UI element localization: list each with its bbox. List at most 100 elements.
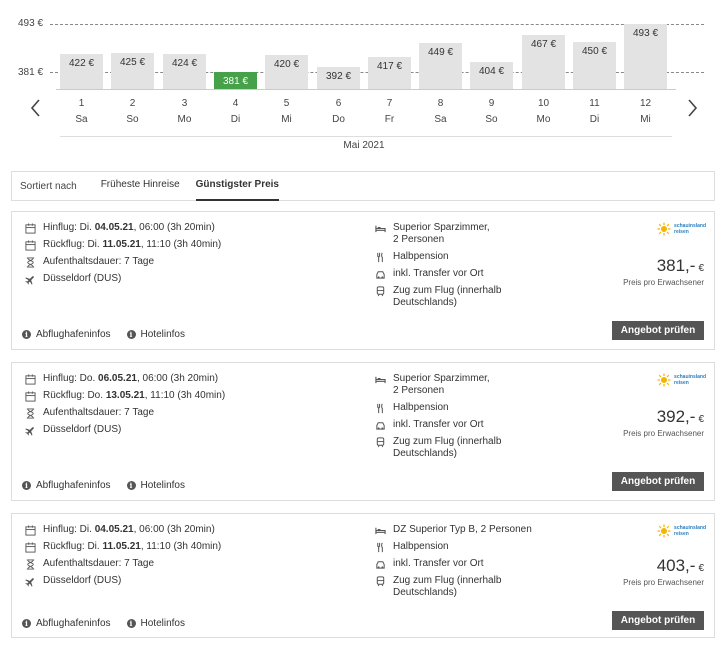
price-note: Preis pro Erwachsener xyxy=(623,429,704,438)
operator-logo-text: schauinsland reisen xyxy=(674,223,706,235)
max-price-label: 493 € xyxy=(18,18,44,29)
price-amount: 392,- xyxy=(656,407,696,426)
day-label[interactable]: 4 Di xyxy=(214,96,257,128)
hourglass-icon xyxy=(24,256,36,268)
airport-info-label: Abflughafeninfos xyxy=(36,329,111,340)
airport-row: Düsseldorf (DUS) xyxy=(24,273,364,285)
price-bar-label: 392 € xyxy=(325,71,352,82)
day-label[interactable]: 9 So xyxy=(470,96,513,128)
airport-info-label: Abflughafeninfos xyxy=(36,618,111,629)
room-row: DZ Superior Typ B, 2 Personen xyxy=(374,524,604,536)
transfer-info: inkl. Transfer vor Ort xyxy=(393,268,484,279)
train-icon xyxy=(374,285,386,297)
cutlery-icon xyxy=(374,541,386,553)
calendar-icon xyxy=(24,373,36,385)
weekday: Sa xyxy=(75,114,88,125)
weekday: Sa xyxy=(434,114,447,125)
sort-label: Sortiert nach xyxy=(20,180,77,192)
day-label[interactable]: 7 Fr xyxy=(368,96,411,128)
day-label[interactable]: 6 Do xyxy=(317,96,360,128)
return-row: Rückflug: Di. 11.05.21, 11:10 (3h 40min) xyxy=(24,541,364,553)
day-label[interactable]: 5 Mi xyxy=(265,96,308,128)
cutlery-icon xyxy=(374,251,386,263)
offer-card: Hinflug: Di. 04.05.21, 06:00 (3h 20min) … xyxy=(11,513,715,638)
sort-option-earliest[interactable]: Früheste Hinreise xyxy=(101,171,180,201)
check-offer-button[interactable]: Angebot prüfen xyxy=(612,611,704,630)
board-type: Halbpension xyxy=(393,251,449,262)
weekday: Di xyxy=(589,114,600,125)
hourglass-icon xyxy=(24,558,36,570)
offer-card: Hinflug: Di. 04.05.21, 06:00 (3h 20min) … xyxy=(11,211,715,350)
room-type: Superior Sparzimmer, 2 Personen xyxy=(393,373,490,396)
sort-option-cheapest[interactable]: Günstigster Preis xyxy=(195,171,279,201)
sun-logo-icon xyxy=(657,524,671,538)
flight-details: Hinflug: Di. 04.05.21, 06:00 (3h 20min) … xyxy=(24,524,364,592)
stay-duration: Aufenthaltsdauer: 7 Tage xyxy=(43,256,155,267)
bed-icon xyxy=(374,373,386,385)
day-number: 7 xyxy=(386,98,393,109)
transfer-info: inkl. Transfer vor Ort xyxy=(393,558,484,569)
day-label[interactable]: 12 Mi xyxy=(624,96,667,128)
day-number: 2 xyxy=(129,98,136,109)
chart-baseline xyxy=(56,89,676,90)
hotel-details: DZ Superior Typ B, 2 Personen Halbpensio… xyxy=(374,524,604,604)
room-type: DZ Superior Typ B, 2 Personen xyxy=(393,524,532,535)
operator-logo-text: schauinsland reisen xyxy=(674,374,706,386)
day-label[interactable]: 2 So xyxy=(111,96,154,128)
airport-info-link[interactable]: i Abflughafeninfos xyxy=(22,329,111,340)
plane-icon xyxy=(24,575,36,587)
transfer-row: inkl. Transfer vor Ort xyxy=(374,558,604,570)
return-row: Rückflug: Di. 11.05.21, 11:10 (3h 40min) xyxy=(24,239,364,251)
hotel-info-link[interactable]: i Hotelinfos xyxy=(126,329,185,340)
outbound-text: Hinflug: Do. 06.05.21, 06:00 (3h 20min) xyxy=(43,373,218,385)
airport-info-link[interactable]: i Abflughafeninfos xyxy=(22,618,111,629)
calendar-icon xyxy=(24,239,36,251)
offer-card: Hinflug: Do. 06.05.21, 06:00 (3h 20min) … xyxy=(11,362,715,501)
weekday: Mo xyxy=(177,114,192,125)
hotel-details: Superior Sparzimmer, 2 Personen Halbpens… xyxy=(374,373,604,465)
outbound-date: 04.05.21 xyxy=(94,222,134,233)
airport-row: Düsseldorf (DUS) xyxy=(24,424,364,436)
transfer-info: inkl. Transfer vor Ort xyxy=(393,419,484,430)
return-time: , 11:10 (3h 40min) xyxy=(144,390,226,401)
day-label[interactable]: 10 Mo xyxy=(522,96,565,128)
info-links: i Abflughafeninfos i Hotelinfos xyxy=(22,329,201,340)
check-offer-button[interactable]: Angebot prüfen xyxy=(612,472,704,491)
room-type: Superior Sparzimmer, 2 Personen xyxy=(393,222,490,245)
outbound-prefix: Hinflug: Di. xyxy=(43,524,95,535)
next-dates-arrow-icon[interactable] xyxy=(684,98,700,118)
day-label[interactable]: 11 Di xyxy=(573,96,616,128)
prev-dates-arrow-icon[interactable] xyxy=(28,98,44,118)
check-offer-button[interactable]: Angebot prüfen xyxy=(612,321,704,340)
hotel-details: Superior Sparzimmer, 2 Personen Halbpens… xyxy=(374,222,604,314)
sun-logo-icon xyxy=(657,373,671,387)
price-bar-label: 425 € xyxy=(119,57,146,68)
airport-info-label: Abflughafeninfos xyxy=(36,480,111,491)
calendar-icon xyxy=(24,524,36,536)
price-currency: € xyxy=(698,414,704,425)
hotel-info-link[interactable]: i Hotelinfos xyxy=(126,480,185,491)
board-row: Halbpension xyxy=(374,402,604,414)
day-number: 6 xyxy=(335,98,342,109)
price: 403,- € xyxy=(657,556,704,576)
price-amount: 381,- xyxy=(656,256,696,275)
price-bar-label: 467 € xyxy=(530,39,557,50)
month-label: Mai 2021 xyxy=(343,140,385,151)
hotel-info-link[interactable]: i Hotelinfos xyxy=(126,618,185,629)
train-row: Zug zum Flug (innerhalb Deutschlands) xyxy=(374,285,604,309)
plane-icon xyxy=(24,424,36,436)
price-currency: € xyxy=(698,263,704,274)
price-currency: € xyxy=(698,563,704,574)
info-links: i Abflughafeninfos i Hotelinfos xyxy=(22,618,201,629)
day-label[interactable]: 3 Mo xyxy=(163,96,206,128)
return-date: 11.05.21 xyxy=(102,239,141,250)
day-number: 4 xyxy=(232,98,239,109)
outbound-time: , 06:00 (3h 20min) xyxy=(133,524,215,535)
airport-info-link[interactable]: i Abflughafeninfos xyxy=(22,480,111,491)
weekday: Fr xyxy=(384,114,395,125)
day-label[interactable]: 8 Sa xyxy=(419,96,462,128)
hotel-info-label: Hotelinfos xyxy=(140,618,185,629)
info-icon: i xyxy=(126,619,136,628)
day-number: 5 xyxy=(283,98,290,109)
day-label[interactable]: 1 Sa xyxy=(60,96,103,128)
